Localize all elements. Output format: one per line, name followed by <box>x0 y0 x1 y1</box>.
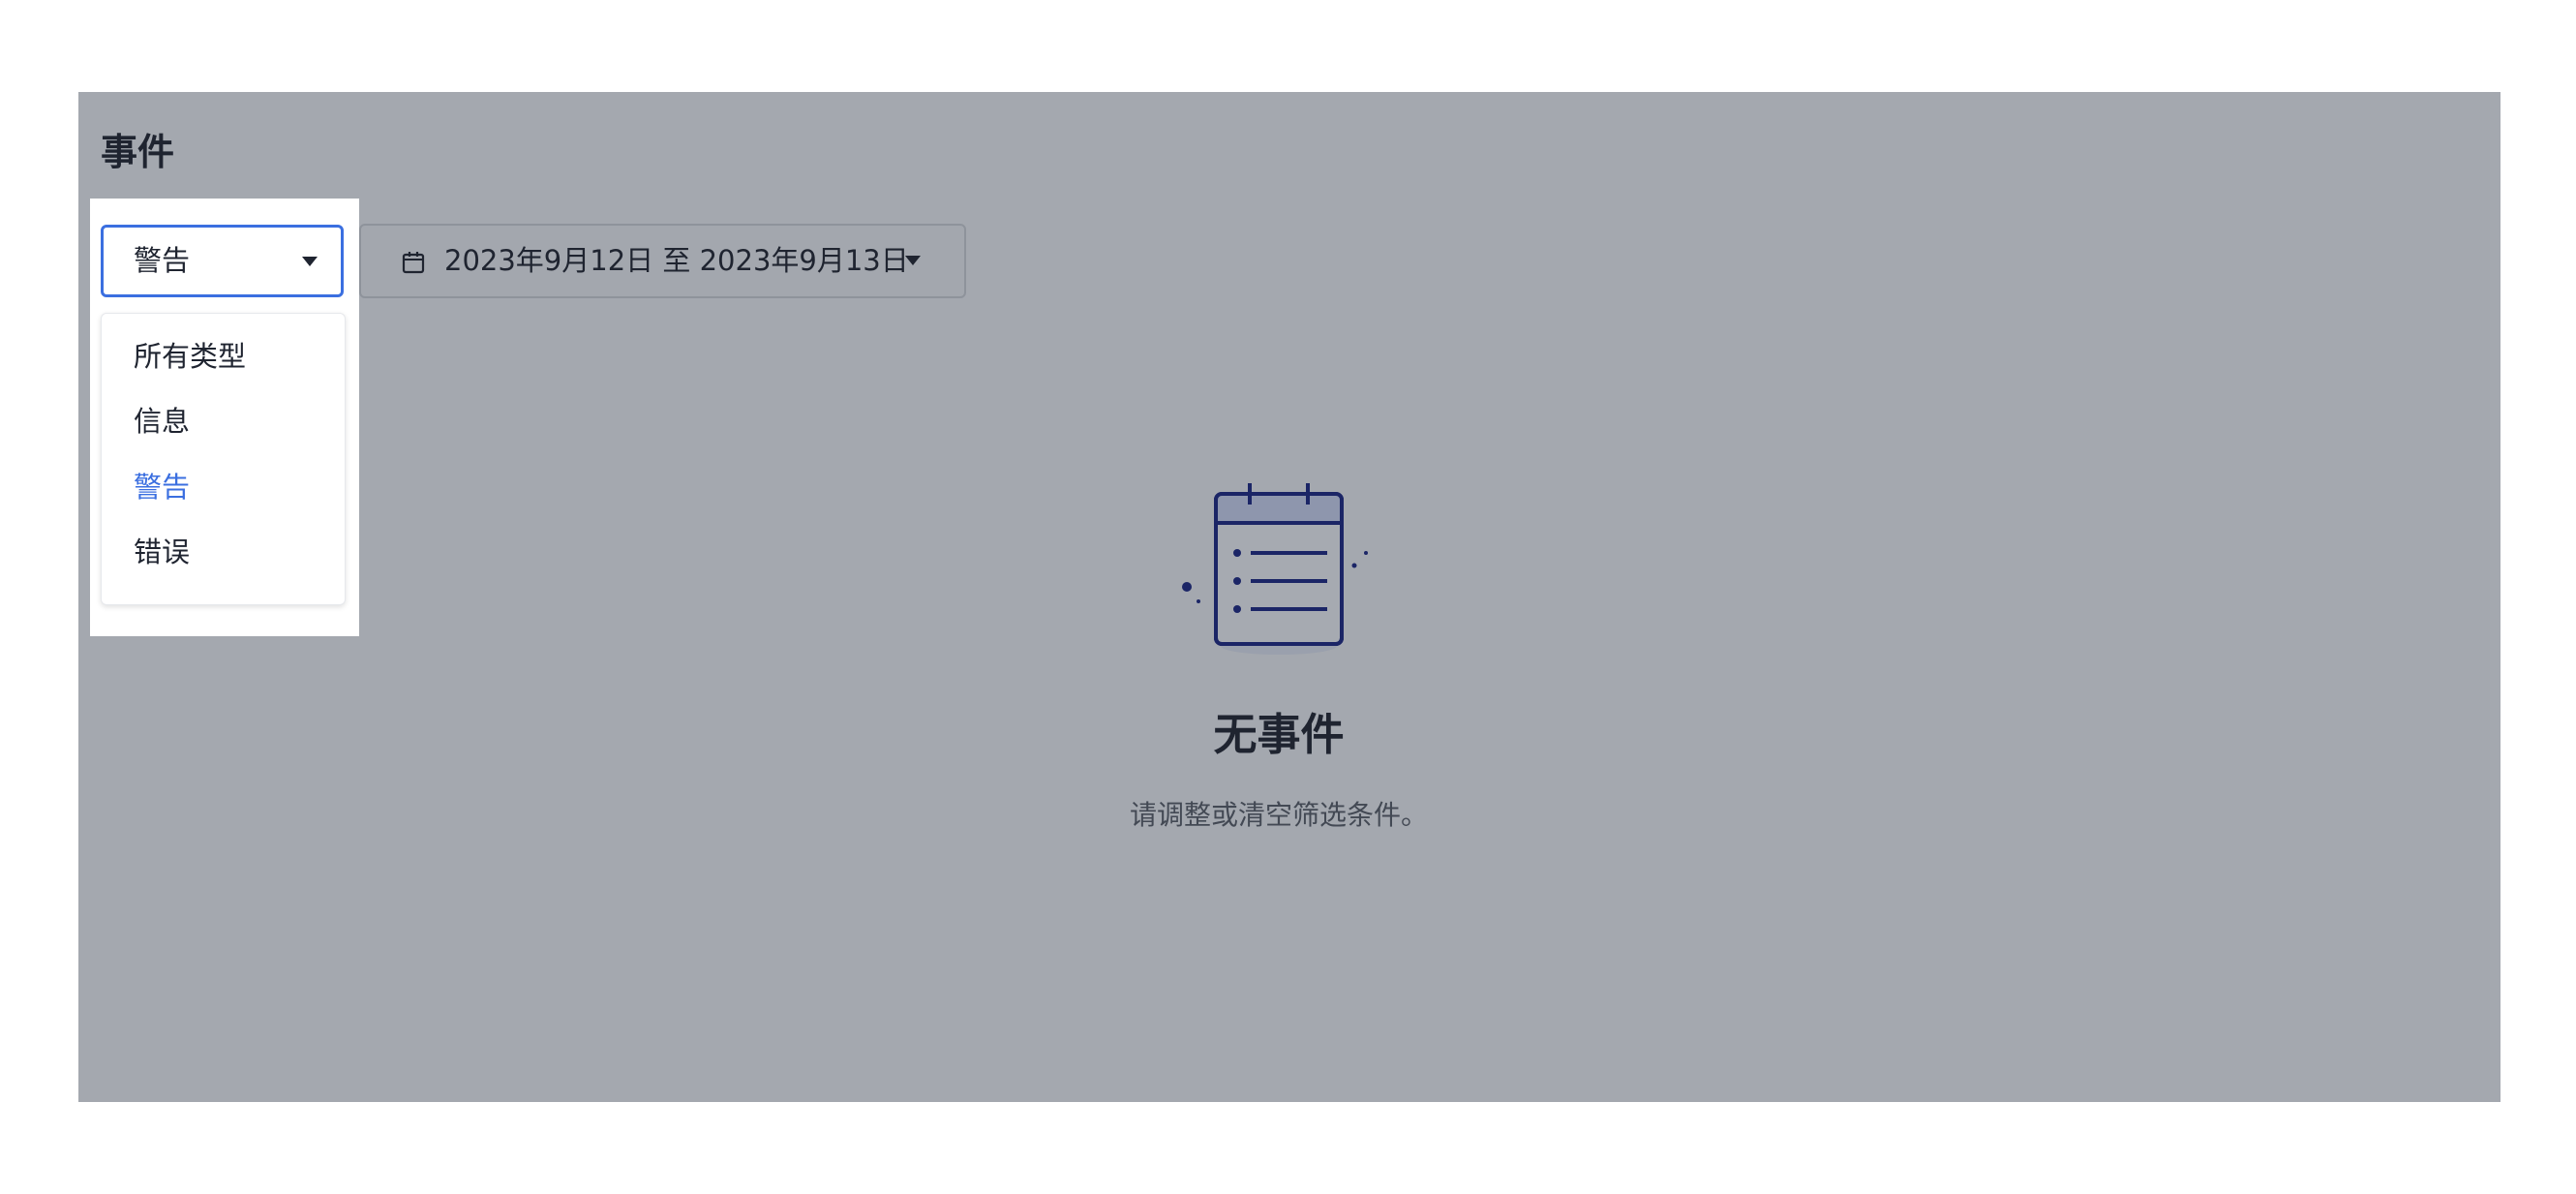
date-range-label: 2023年9月12日 至 2023年9月13日 <box>444 244 909 277</box>
page-title: 事件 <box>101 131 175 173</box>
chevron-down-icon <box>905 256 921 265</box>
app-window: 事件 警告 所有类型 信息 警告 错误 2023年9月12日 至 2023年9月… <box>78 92 2500 1102</box>
chevron-down-icon <box>302 257 318 266</box>
empty-state-title: 无事件 <box>1213 709 1345 760</box>
calendar-icon <box>402 252 425 274</box>
menu-item-error[interactable]: 错误 <box>134 531 190 573</box>
event-type-select[interactable]: 警告 <box>101 225 344 297</box>
event-type-select-value: 警告 <box>134 244 191 277</box>
menu-item-all-types[interactable]: 所有类型 <box>134 335 246 378</box>
date-range-picker[interactable]: 2023年9月12日 至 2023年9月13日 <box>359 224 966 298</box>
menu-item-warning[interactable]: 警告 <box>134 466 190 508</box>
calendar-list-icon <box>1182 483 1368 655</box>
empty-state-description: 请调整或清空筛选条件。 <box>1129 799 1428 831</box>
event-type-menu: 所有类型 信息 警告 错误 <box>101 313 346 605</box>
menu-item-info[interactable]: 信息 <box>134 400 190 443</box>
